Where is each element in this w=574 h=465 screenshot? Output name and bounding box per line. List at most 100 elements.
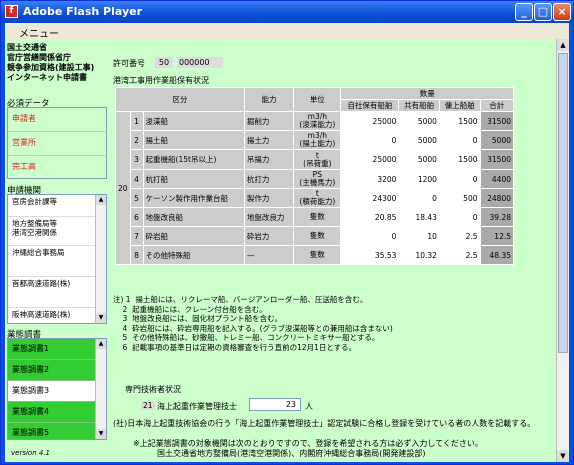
permit-label: 許可番号: [113, 59, 145, 68]
agency-item[interactable]: 地方整備局等 港湾空港関係: [8, 217, 106, 246]
header-quantity: 数量: [340, 87, 514, 100]
leased-count-input[interactable]: 500: [438, 188, 481, 208]
specialist-count-input[interactable]: 23: [249, 398, 301, 411]
table-row: 20 1 浚渫船 掘削力 m3/h (浚渫能力) 25000 5000 1500 31500: [115, 111, 514, 265]
report-item-selected[interactable]: 業態調書3: [8, 381, 106, 402]
header-own: 自社保有船舶: [340, 99, 400, 112]
note-line: 注) 1 揚土船には、リクレーマ船、バージアンローダー船、圧送船を含む。: [113, 295, 368, 304]
table-title: 港湾工事用作業船保有状況: [113, 76, 209, 85]
permit-prefix: 50: [155, 57, 173, 68]
agency-item[interactable]: 沖縄総合事務局: [8, 246, 106, 277]
required-item-completed-work[interactable]: 完工高: [8, 156, 106, 178]
shared-count-input[interactable]: 10: [398, 226, 440, 246]
own-count-input[interactable]: 25000: [340, 149, 400, 170]
own-count-input[interactable]: 25000: [340, 111, 400, 131]
vessel-name: 浚渫船: [142, 111, 245, 131]
main-scrollbar[interactable]: ▲ ▼: [556, 39, 569, 462]
shared-count-input[interactable]: 18.43: [398, 207, 440, 227]
vessel-name: ケーソン製作用作業台船: [142, 188, 245, 208]
vessel-capacity: 製作力: [243, 188, 295, 208]
org-header: 国土交通省 官庁営繕関係省庁 競争参加資格(建設工事) インターネット申請書: [7, 43, 94, 83]
table-row: 3 起重機船(15t吊以上) 吊揚力 t (吊荷重) 25000 5000 1500 3150…: [116, 149, 514, 170]
shared-count-input[interactable]: 5000: [398, 130, 440, 150]
window-title: Adobe Flash Player: [23, 5, 142, 18]
agency-list: 官房会計課等 地方整備局等 港湾空港関係 沖縄総合事務局 首都高速道路(株) 阪…: [7, 194, 107, 324]
note-line: 2 起重機船には、クレーン付台船を含む。: [113, 304, 267, 314]
shared-count-input[interactable]: 0: [398, 188, 440, 208]
report-item[interactable]: 業態調書4: [8, 402, 106, 423]
table-row: 6 地盤改良船 地盤改良力 隻数 20.85 18.43 0 39.28: [116, 207, 514, 227]
leased-count-input[interactable]: 0: [438, 130, 481, 150]
close-button[interactable]: ×: [553, 3, 571, 21]
leased-count-input[interactable]: 0: [438, 169, 481, 189]
own-count-input[interactable]: 20.85: [340, 207, 400, 227]
agency-item[interactable]: 首都高速道路(株): [8, 277, 106, 308]
report-item[interactable]: 業態調書1: [8, 339, 106, 360]
leased-count-input[interactable]: 1500: [438, 111, 481, 131]
vessel-capacity: 掘削力: [243, 111, 295, 131]
specialist-label: 専門技術者状況: [125, 385, 181, 394]
minimize-button[interactable]: _: [515, 3, 533, 21]
own-count-input[interactable]: 0: [340, 130, 400, 150]
agency-item[interactable]: 官房会計課等: [8, 195, 106, 217]
own-count-input[interactable]: 24300: [340, 188, 400, 208]
required-item-applicant[interactable]: 申請者: [8, 108, 106, 132]
scroll-up-icon[interactable]: ▲: [557, 39, 569, 51]
shared-count-input[interactable]: 10.32: [398, 245, 440, 265]
total-count: 39.28: [479, 207, 514, 227]
own-count-input[interactable]: 0: [340, 226, 400, 246]
vessel-unit: m3/h (浚渫能力): [293, 111, 342, 131]
own-count-input[interactable]: 3200: [340, 169, 400, 189]
header-category: 区分: [115, 87, 245, 112]
scroll-down-icon[interactable]: ▼: [557, 450, 569, 462]
required-item-office[interactable]: 営業所: [8, 132, 106, 156]
table-row: 7 砕岩船 砕岩力 隻数 0 10 2.5 12.5: [116, 226, 514, 246]
vessel-name: 地盤改良船: [142, 207, 245, 227]
vessel-name: 杭打船: [142, 169, 245, 189]
shared-count-input[interactable]: 5000: [398, 149, 440, 170]
vessel-table: 区分 能力 単位 数量 自社保有船舶 共有船舶 傭上船舶 合計 20 1 浚渫船 掘削…: [115, 87, 514, 265]
vessel-unit: t (吊荷重): [293, 149, 342, 170]
report-item[interactable]: 業態調書5: [8, 423, 106, 439]
report-item[interactable]: 業態調書2: [8, 360, 106, 381]
shared-count-input[interactable]: 1200: [398, 169, 440, 189]
shared-count-input[interactable]: 5000: [398, 111, 440, 131]
total-count: 48.35: [479, 245, 514, 265]
row-number: 5: [129, 188, 144, 208]
scroll-up-icon[interactable]: ▲: [96, 195, 106, 205]
required-list: 申請者 営業所 完工高: [7, 107, 107, 179]
leased-count-input[interactable]: 0: [438, 207, 481, 227]
row-number: 1: [129, 111, 144, 131]
header-leased: 傭上船舶: [438, 99, 481, 112]
vessel-capacity: 杭打力: [243, 169, 295, 189]
vessel-unit: 隻数: [293, 226, 342, 246]
header-unit: 単位: [293, 87, 342, 112]
leased-count-input[interactable]: 2.5: [438, 226, 481, 246]
vessel-unit: 隻数: [293, 245, 342, 265]
agency-item[interactable]: 阪神高速道路(株): [8, 308, 106, 323]
title-bar[interactable]: f Adobe Flash Player _ □ ×: [1, 1, 573, 23]
maximize-button[interactable]: □: [534, 3, 552, 21]
leased-count-input[interactable]: 2.5: [438, 245, 481, 265]
scroll-down-icon[interactable]: ▼: [96, 429, 106, 439]
notes: 注) 1 揚土船には、リクレーマ船、バージアンローダー船、圧送船を含む。 2 起…: [113, 295, 393, 352]
total-count: 31500: [479, 149, 514, 170]
scroll-down-icon[interactable]: ▼: [96, 313, 106, 323]
vessel-unit: m3/h (揚土能力): [293, 130, 342, 150]
vessel-unit: t (積荷能力): [293, 188, 342, 208]
specialist-note: (社)日本海上起重技術協会の行う「海上起重作業管理技士」認定試験に合格し登録を受…: [113, 419, 536, 428]
version-label: version 4.1: [11, 449, 50, 457]
scroll-up-icon[interactable]: ▲: [96, 339, 106, 349]
org-line: 国土交通省: [7, 43, 47, 52]
specialist-unit: 人: [305, 402, 313, 411]
leased-count-input[interactable]: 1500: [438, 149, 481, 170]
table-row: 5 ケーソン製作用作業台船 製作力 t (積荷能力) 24300 0 500 24800: [116, 188, 514, 208]
table-row: 2 揚土船 揚土力 m3/h (揚土能力) 0 5000 0 5000: [116, 130, 514, 150]
menu-item-menu[interactable]: メニュー: [19, 25, 59, 40]
vessel-name: 揚土船: [142, 130, 245, 150]
own-count-input[interactable]: 35.53: [340, 245, 400, 265]
scroll-thumb[interactable]: [558, 53, 568, 353]
report-scrollbar[interactable]: ▲ ▼: [95, 339, 106, 439]
agency-scrollbar[interactable]: ▲ ▼: [95, 195, 106, 323]
vessel-name: 砕岩船: [142, 226, 245, 246]
